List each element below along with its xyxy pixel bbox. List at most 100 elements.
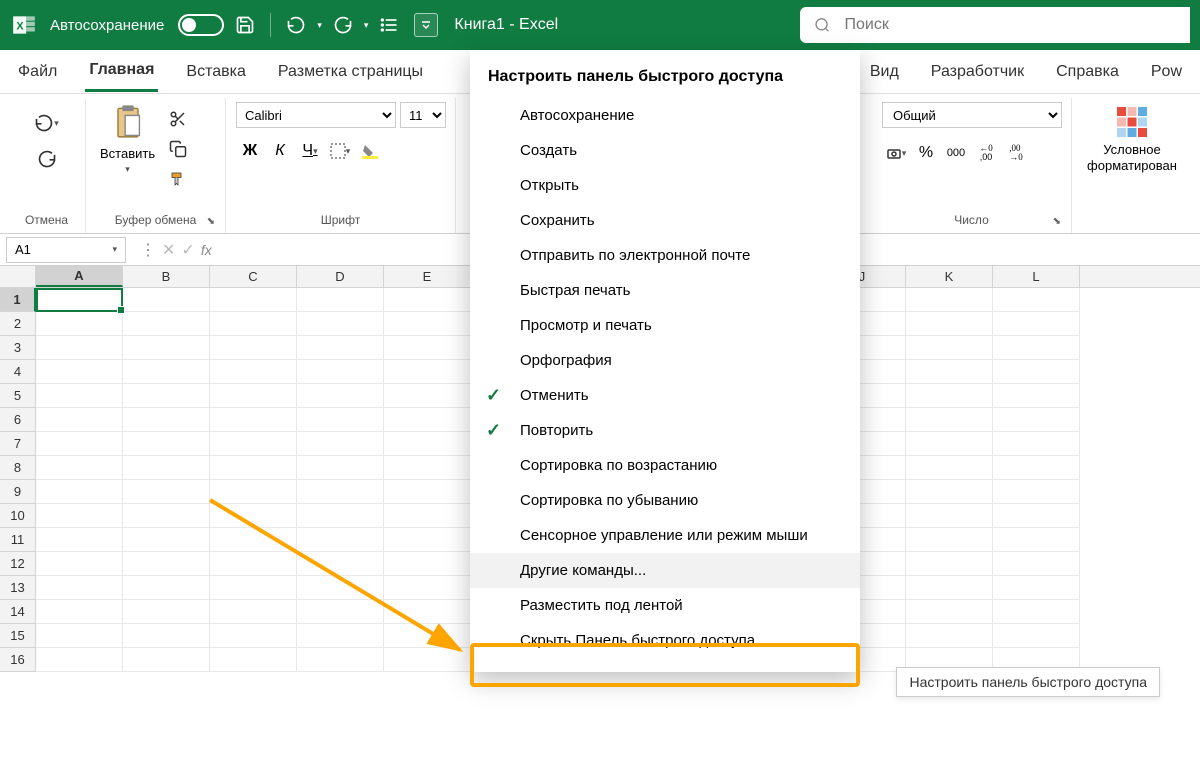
cell[interactable] [384, 624, 471, 648]
cell[interactable] [36, 504, 123, 528]
undo-icon[interactable] [281, 10, 311, 40]
cell[interactable] [210, 504, 297, 528]
qat-menu-item[interactable]: Быстрая печать [470, 273, 860, 308]
cell[interactable] [210, 576, 297, 600]
cell[interactable] [210, 360, 297, 384]
tab-insert[interactable]: Вставка [182, 53, 249, 91]
cell[interactable] [210, 480, 297, 504]
cell[interactable] [906, 360, 993, 384]
font-size-select[interactable]: 11 [400, 102, 446, 128]
row-header[interactable]: 10 [0, 504, 36, 528]
save-icon[interactable] [230, 10, 260, 40]
cancel-formula-icon[interactable]: ✕ [162, 240, 175, 260]
cell[interactable] [993, 576, 1080, 600]
cell[interactable] [123, 648, 210, 672]
cell[interactable] [297, 288, 384, 312]
qat-menu-item[interactable]: ✓Отменить [470, 378, 860, 413]
cell[interactable] [123, 480, 210, 504]
cell[interactable] [123, 552, 210, 576]
cell[interactable] [210, 432, 297, 456]
underline-button[interactable]: Ч ▾ [296, 138, 324, 164]
italic-button[interactable]: К [266, 138, 294, 164]
cell[interactable] [210, 288, 297, 312]
cell[interactable] [384, 432, 471, 456]
cell[interactable] [36, 360, 123, 384]
cell[interactable] [36, 456, 123, 480]
qat-menu-item[interactable]: Отправить по электронной почте [470, 238, 860, 273]
tab-developer[interactable]: Разработчик [927, 53, 1028, 91]
cell[interactable] [36, 528, 123, 552]
cell[interactable] [36, 312, 123, 336]
customize-qat-button[interactable] [414, 13, 438, 37]
cell[interactable] [210, 624, 297, 648]
thousands-button[interactable]: 000 [942, 140, 970, 166]
qat-menu-item[interactable]: Просмотр и печать [470, 308, 860, 343]
cut-icon[interactable] [165, 106, 191, 132]
cell[interactable] [123, 432, 210, 456]
cell[interactable] [210, 552, 297, 576]
ribbon-redo-button[interactable] [34, 146, 60, 172]
cell[interactable] [906, 456, 993, 480]
cell[interactable] [123, 624, 210, 648]
number-expand-icon[interactable]: ⬊ [1053, 216, 1061, 227]
cell[interactable] [210, 600, 297, 624]
column-header[interactable]: A [36, 266, 123, 287]
qat-menu-item[interactable]: Открыть [470, 168, 860, 203]
cell[interactable] [210, 312, 297, 336]
row-header[interactable]: 13 [0, 576, 36, 600]
cell[interactable] [297, 528, 384, 552]
cell[interactable] [993, 384, 1080, 408]
tab-view[interactable]: Вид [866, 53, 903, 91]
cell[interactable] [384, 552, 471, 576]
column-header[interactable]: B [123, 266, 210, 287]
cell[interactable] [297, 408, 384, 432]
formula-menu-icon[interactable]: ⋮ [140, 240, 156, 260]
fill-color-button[interactable] [356, 138, 384, 164]
row-header[interactable]: 12 [0, 552, 36, 576]
qat-menu-item[interactable]: ✓Повторить [470, 413, 860, 448]
cell[interactable] [993, 600, 1080, 624]
cell[interactable] [36, 336, 123, 360]
column-header[interactable]: K [906, 266, 993, 287]
qat-menu-item[interactable]: Создать [470, 133, 860, 168]
qat-menu-item[interactable]: Скрыть Панель быстрого доступа [470, 623, 860, 658]
cell[interactable] [36, 600, 123, 624]
cell[interactable] [36, 432, 123, 456]
cell[interactable] [384, 504, 471, 528]
cell[interactable] [906, 312, 993, 336]
qat-menu-item[interactable]: Другие команды... [470, 553, 860, 588]
cell[interactable] [36, 384, 123, 408]
qat-menu-item[interactable]: Сохранить [470, 203, 860, 238]
cell[interactable] [123, 336, 210, 360]
cell[interactable] [123, 528, 210, 552]
cell[interactable] [384, 408, 471, 432]
cell[interactable] [384, 312, 471, 336]
name-box[interactable]: A1▾ [6, 237, 126, 263]
cell[interactable] [297, 576, 384, 600]
enter-formula-icon[interactable]: ✓ [181, 240, 194, 260]
cell[interactable] [993, 336, 1080, 360]
qat-menu-item[interactable]: Разместить под лентой [470, 588, 860, 623]
tab-file[interactable]: Файл [14, 53, 61, 91]
cell[interactable] [993, 432, 1080, 456]
cell[interactable] [993, 480, 1080, 504]
list-icon[interactable] [374, 10, 404, 40]
cell[interactable] [993, 408, 1080, 432]
font-name-select[interactable]: Calibri [236, 102, 396, 128]
qat-menu-item[interactable]: Автосохранение [470, 98, 860, 133]
row-header[interactable]: 16 [0, 648, 36, 672]
cell[interactable] [297, 504, 384, 528]
undo-chevron-icon[interactable]: ▾ [317, 20, 322, 31]
cell[interactable] [36, 408, 123, 432]
cell[interactable] [123, 384, 210, 408]
cell[interactable] [210, 336, 297, 360]
paste-chevron-icon[interactable]: ▾ [125, 164, 130, 175]
autosave-toggle[interactable] [178, 14, 224, 36]
copy-icon[interactable] [165, 136, 191, 162]
number-format-select[interactable]: Общий [882, 102, 1062, 128]
select-all-corner[interactable] [0, 266, 36, 287]
redo-chevron-icon[interactable]: ▾ [364, 20, 369, 31]
qat-menu-item[interactable]: Сенсорное управление или режим мыши [470, 518, 860, 553]
cell[interactable] [384, 456, 471, 480]
cell[interactable] [123, 576, 210, 600]
